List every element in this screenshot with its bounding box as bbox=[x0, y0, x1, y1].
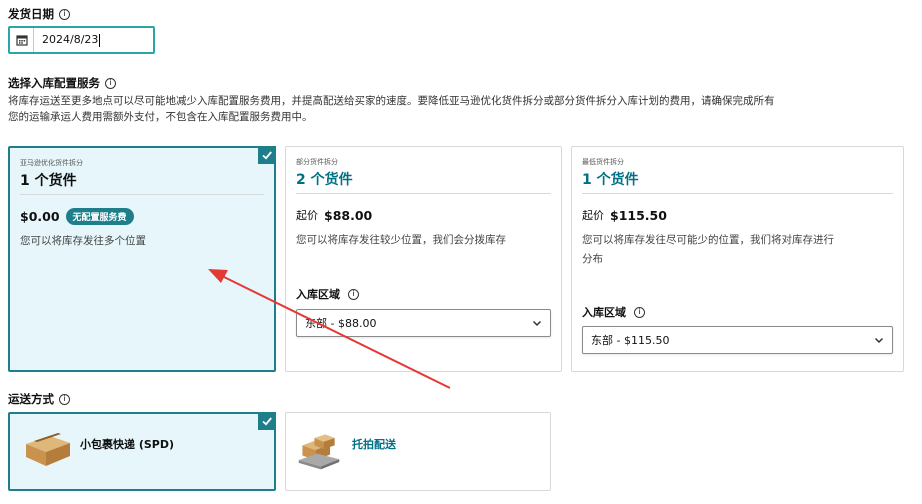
shipping-option-spd[interactable]: 小包裹快递 (SPD) bbox=[8, 412, 276, 491]
divider bbox=[296, 193, 551, 194]
option-title: 1 个货件 bbox=[20, 173, 77, 189]
package-icon bbox=[26, 433, 70, 466]
option-subtitle: 最低货件拆分 bbox=[582, 158, 624, 166]
placement-option-partial-split[interactable]: 部分货件拆分 2 个货件 起价 $88.00 您可以将库存发往较少位置，我们会分… bbox=[285, 146, 562, 372]
option-description: 您可以将库存发往尽可能少的位置，我们将对库存进行 分布 bbox=[582, 231, 893, 269]
ship-date-value: 2024/8/23 bbox=[42, 33, 101, 47]
price-value: $0.00 bbox=[20, 209, 60, 224]
placement-description-line2: 您的运输承运人费用需额外支付，不包含在入库配置服务费用中。 bbox=[8, 111, 313, 123]
region-label: 入库区域 i bbox=[296, 286, 359, 302]
placement-title: 选择入库配置服务 bbox=[8, 76, 100, 90]
option-title: 1 个货件 bbox=[582, 172, 639, 188]
placement-label: 选择入库配置服务 i bbox=[8, 75, 116, 91]
price-prefix: 起价 bbox=[296, 209, 318, 222]
option-subtitle: 亚马逊优化货件拆分 bbox=[20, 159, 83, 167]
shipping-option-ltl[interactable]: 托拍配送 bbox=[285, 412, 551, 491]
info-icon[interactable]: i bbox=[634, 306, 645, 318]
shipping-mode-label: 运送方式 i bbox=[8, 391, 70, 407]
chevron-down-icon bbox=[874, 337, 884, 344]
info-icon[interactable]: i bbox=[348, 288, 359, 300]
option-price: 起价 $115.50 bbox=[582, 207, 667, 223]
shipping-option-label: 小包裹快递 (SPD) bbox=[80, 438, 174, 451]
option-description-line1: 您可以将库存发往尽可能少的位置，我们将对库存进行 bbox=[582, 234, 834, 246]
shipping-mode-title: 运送方式 bbox=[8, 392, 54, 406]
region-label-text: 入库区域 bbox=[296, 288, 340, 301]
info-icon[interactable]: i bbox=[105, 77, 116, 89]
pallet-icon bbox=[298, 434, 340, 470]
region-label: 入库区域 i bbox=[582, 304, 645, 320]
price-prefix: 起价 bbox=[582, 209, 604, 222]
placement-description-line1: 将库存运送至更多地点可以尽可能地减少入库配置服务费用，并提高配送给买家的速度。要… bbox=[8, 95, 775, 107]
info-icon[interactable]: i bbox=[59, 8, 70, 20]
region-select-value: 东部 - $88.00 bbox=[305, 317, 377, 330]
divider bbox=[582, 193, 893, 194]
status-badge: 无配置服务费 bbox=[65, 208, 134, 225]
calendar-icon[interactable] bbox=[10, 28, 34, 52]
price-value: $115.50 bbox=[610, 207, 667, 223]
region-select[interactable]: 东部 - $88.00 bbox=[296, 309, 551, 337]
placement-option-minimal-split[interactable]: 最低货件拆分 1 个货件 起价 $115.50 您可以将库存发往尽可能少的位置，… bbox=[571, 146, 904, 372]
price-value: $88.00 bbox=[324, 207, 373, 223]
ship-date-label: 发货日期 i bbox=[8, 6, 70, 22]
check-icon bbox=[258, 146, 276, 164]
option-subtitle: 部分货件拆分 bbox=[296, 158, 338, 166]
shipping-option-label: 托拍配送 bbox=[352, 438, 396, 451]
ship-date-title: 发货日期 bbox=[8, 7, 54, 21]
region-select[interactable]: 东部 - $115.50 bbox=[582, 326, 893, 354]
check-icon bbox=[258, 412, 276, 430]
text-caret bbox=[99, 33, 101, 47]
region-label-text: 入库区域 bbox=[582, 306, 626, 319]
chevron-down-icon bbox=[532, 320, 542, 327]
placement-description: 将库存运送至更多地点可以尽可能地减少入库配置服务费用，并提高配送给买家的速度。要… bbox=[8, 93, 922, 125]
placement-option-amazon-optimized[interactable]: 亚马逊优化货件拆分 1 个货件 $0.00 无配置服务费 您可以将库存发往多个位… bbox=[8, 146, 276, 372]
option-description: 您可以将库存发往多个位置 bbox=[20, 235, 146, 247]
option-description-line2: 分布 bbox=[582, 253, 603, 265]
ship-date-input[interactable]: 2024/8/23 bbox=[8, 26, 155, 54]
option-price: $0.00 无配置服务费 bbox=[20, 208, 134, 225]
region-select-value: 东部 - $115.50 bbox=[591, 334, 670, 347]
option-description: 您可以将库存发往较少位置，我们会分拨库存 bbox=[296, 234, 506, 246]
option-price: 起价 $88.00 bbox=[296, 207, 372, 223]
option-title: 2 个货件 bbox=[296, 172, 353, 188]
divider bbox=[20, 194, 264, 195]
info-icon[interactable]: i bbox=[59, 393, 70, 405]
